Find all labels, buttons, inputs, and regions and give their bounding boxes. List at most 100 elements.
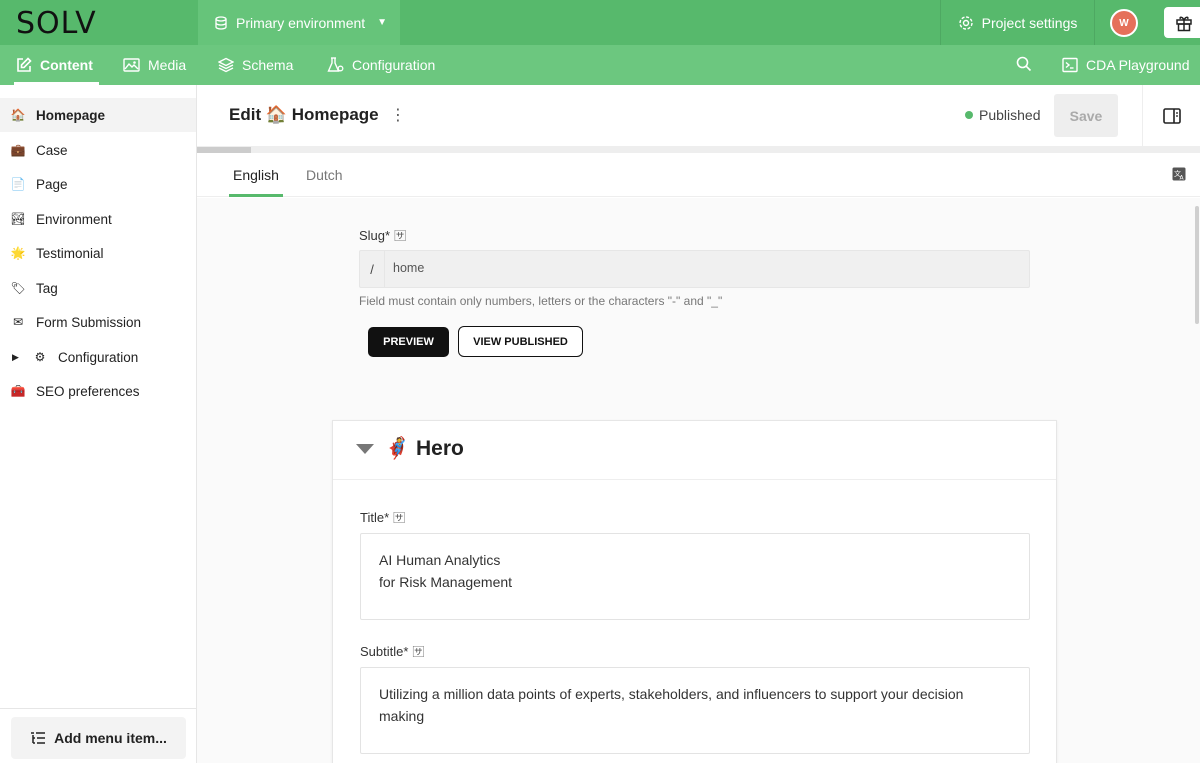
hero-section-title: 🦸 Hero [384,437,464,460]
slug-value: home [393,261,425,275]
sidebar-item-label: Environment [36,211,112,227]
page-title: Edit 🏠 Homepage [229,105,379,124]
view-published-button[interactable]: VIEW PUBLISHED [458,326,583,357]
translate-glyph-icon: 文 A [1172,167,1186,182]
project-settings-label: Project settings [981,14,1078,31]
locale-tabs: English Dutch 文 A [197,153,1200,197]
main-navigation: Content Media Schema Configuration CDA P… [0,45,1200,85]
tab-dutch[interactable]: Dutch [306,153,343,197]
slug-input[interactable]: / home [359,250,1030,288]
tag-icon: 🏷 [10,281,26,295]
sidebar-item-seo-preferences[interactable]: 🧰 SEO preferences [0,374,196,408]
nav-configuration-label: Configuration [352,57,436,73]
subtitle-label-text: Subtitle* [360,644,409,659]
content-sidebar: 🏠 Homepage 💼 Case 📄 Page 🏞 Environment 🌟… [0,85,197,763]
translate-icon: 🈂 [393,511,406,525]
toolbox-icon: 🧰 [10,384,26,398]
nav-configuration[interactable]: Configuration [327,45,435,85]
preview-button[interactable]: PREVIEW [368,327,449,357]
nav-content-label: Content [40,57,93,73]
app-logo[interactable]: SOLV [16,6,97,41]
sidebar-item-label: Page [36,176,68,192]
add-menu-item-button[interactable]: Add menu item... [11,717,186,759]
nav-cda-playground[interactable]: CDA Playground [1062,45,1190,85]
search-button[interactable] [1016,56,1032,76]
sidebar-item-label: Case [36,142,68,158]
sidebar-item-label: Tag [36,280,58,296]
sidebar-item-label: Testimonial [36,245,104,261]
title-field[interactable]: AI Human Analytics for Risk Management [360,533,1030,620]
edit-icon [17,57,32,72]
sidebar-item-label: Configuration [58,349,139,365]
search-icon [1016,56,1032,72]
title-label: Title* 🈂 [360,509,405,526]
sidebar-item-label: Homepage [36,107,106,123]
database-icon [215,15,227,30]
slug-helper-text: Field must contain only numbers, letters… [359,294,723,308]
toggle-sidebar-button[interactable] [1142,85,1200,147]
scrollbar[interactable] [1195,206,1199,324]
sidebar-item-label: Form Submission [36,314,142,330]
tab-english[interactable]: English [229,153,283,197]
gear-icon: ⚙ [34,350,46,364]
more-options-icon[interactable]: ⋮ [390,105,406,125]
status-dot-icon [965,111,973,119]
status-label: Published [979,107,1041,123]
image-icon [123,58,140,72]
slug-label: Slug* 🈂 [359,227,406,244]
sidebar-item-homepage[interactable]: 🏠 Homepage [0,98,196,132]
slug-label-text: Slug* [359,228,391,243]
nav-media[interactable]: Media [123,45,186,85]
collapse-triangle-icon[interactable] [356,444,374,454]
editor-content: Slug* 🈂 / home Field must contain only nu… [197,198,1200,763]
layers-icon [218,57,234,73]
sidebar-footer: Add menu item... [0,708,196,763]
project-settings-button[interactable]: Project settings [940,0,1095,45]
briefcase-icon: 💼 [10,143,26,157]
nav-schema[interactable]: Schema [218,45,293,85]
sidebar-item-case[interactable]: 💼 Case [0,133,196,167]
nav-media-label: Media [148,57,187,73]
translate-icon[interactable]: 文 A [1172,167,1186,184]
environment-switcher[interactable]: Primary environment ▼ [198,0,400,45]
title-label-text: Title* [360,510,390,525]
terminal-icon [1062,57,1078,73]
subtitle-label: Subtitle* 🈂 [360,643,424,660]
landscape-icon: 🏞 [10,212,26,226]
sidebar-item-configuration[interactable]: ▶ ⚙ Configuration [0,340,196,374]
list-add-icon [31,732,46,744]
editor-header: Edit 🏠 Homepage ⋮ Published Save [197,85,1200,147]
subtitle-field[interactable]: Utilizing a million data points of exper… [360,667,1030,754]
caret-right-icon[interactable]: ▶ [12,352,22,363]
add-menu-item-label: Add menu item... [54,730,167,746]
sidebar-item-form-submission[interactable]: ✉ Form Submission [0,305,196,339]
chevron-down-icon: ▼ [377,17,388,28]
page-icon: 📄 [10,177,26,191]
subtitle-value: Utilizing a million data points of exper… [379,686,964,724]
sidebar-item-page[interactable]: 📄 Page [0,167,196,201]
gear-icon [958,15,973,30]
status-badge: Published [965,107,1041,123]
save-button[interactable]: Save [1054,94,1118,137]
environment-name: Primary environment [236,14,366,31]
title-line-2: for Risk Management [379,573,513,590]
nav-content[interactable]: Content [14,45,99,85]
sidebar-item-testimonial[interactable]: 🌟 Testimonial [0,236,196,270]
whats-new-button[interactable] [1164,7,1200,38]
sidebar-item-tag[interactable]: 🏷 Tag [0,271,196,305]
gift-icon [1176,16,1192,31]
translate-icon: 🈂 [394,229,407,243]
hero-section-header[interactable]: 🦸 Hero [333,421,1056,480]
hero-section: 🦸 Hero Title* 🈂 AI Human Analytics for Ri… [332,420,1057,763]
envelope-icon: ✉ [12,315,24,329]
user-avatar[interactable]: W [1110,9,1138,37]
flask-icon [327,57,344,72]
sidebar-item-environment[interactable]: 🏞 Environment [0,202,196,236]
sidebar-item-label: SEO preferences [36,383,140,399]
house-icon: 🏠 [10,108,26,122]
nav-cda-playground-label: CDA Playground [1086,57,1190,73]
star-icon: 🌟 [10,246,26,260]
sidebar-panel-icon [1162,108,1181,124]
slug-prefix: / [360,251,385,287]
title-line-1: AI Human Analytics [379,552,501,568]
